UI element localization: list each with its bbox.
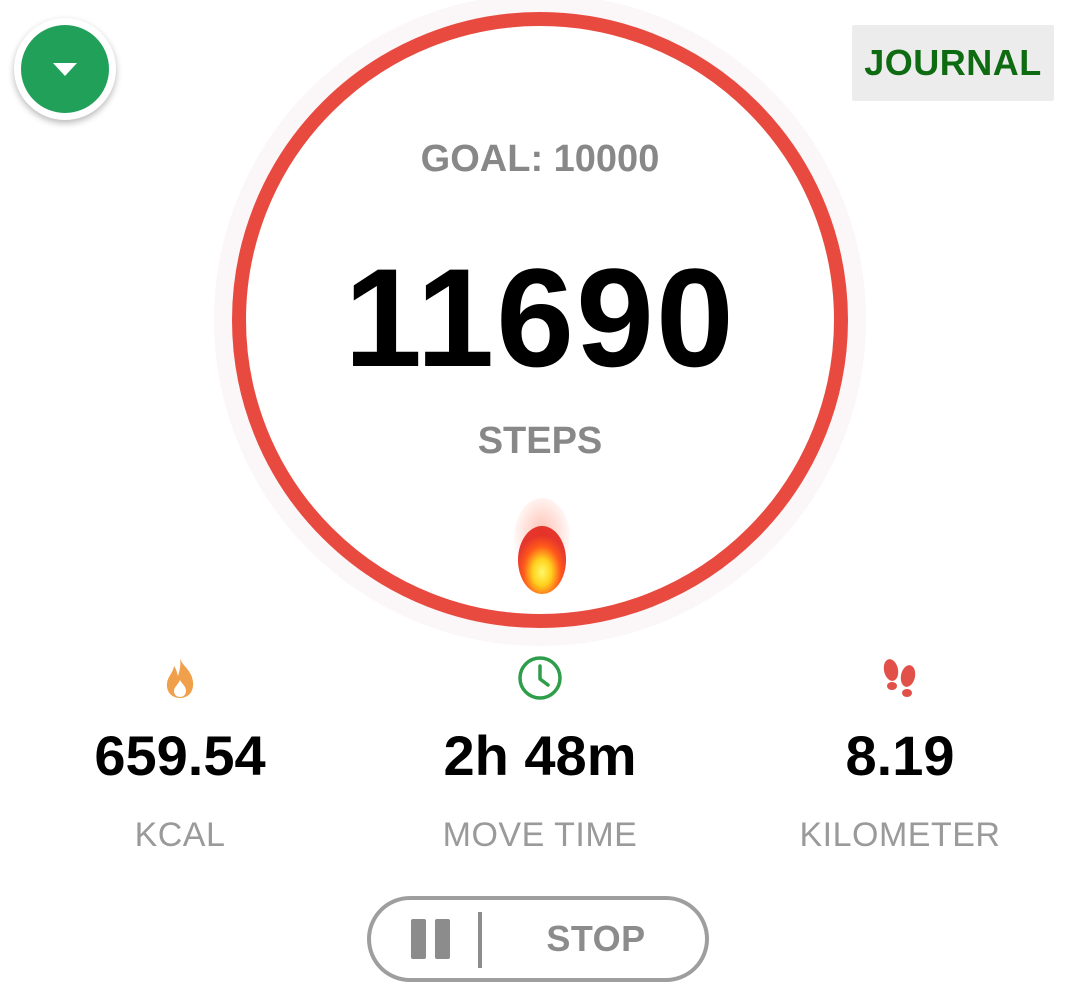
journal-button[interactable]: JOURNAL xyxy=(852,25,1054,101)
move-time-stat: 2h 48m MOVE TIME xyxy=(380,650,700,855)
distance-stat: 8.19 KILOMETER xyxy=(740,650,1060,855)
pause-button[interactable] xyxy=(401,900,461,978)
kcal-label: KCAL xyxy=(134,816,226,854)
stop-button[interactable]: STOP xyxy=(501,900,691,978)
kcal-stat: 659.54 KCAL xyxy=(20,650,340,855)
kcal-value: 659.54 xyxy=(94,724,266,787)
clock-icon xyxy=(518,656,562,700)
dropdown-button-circle xyxy=(21,25,109,113)
steps-count: 11690 xyxy=(344,239,736,396)
distance-value: 8.19 xyxy=(845,724,955,787)
steps-label: STEPS xyxy=(477,420,603,462)
fireball-icon xyxy=(514,498,570,594)
goal-label: GOAL: 10000 xyxy=(420,138,660,180)
distance-label: KILOMETER xyxy=(799,816,1001,854)
move-time-label: MOVE TIME xyxy=(442,816,638,854)
stats-row: 659.54 KCAL 2h 48m MOVE TIME 8.19 KILOME… xyxy=(0,650,1080,860)
pause-icon xyxy=(411,919,450,959)
dropdown-button[interactable] xyxy=(14,18,116,120)
control-divider xyxy=(478,912,482,968)
chevron-down-icon xyxy=(53,63,77,76)
pause-stop-control: STOP xyxy=(367,896,709,982)
step-counter-screen: JOURNAL GOAL: 10000 11690 STEPS 659.54 K… xyxy=(0,0,1080,1000)
move-time-value: 2h 48m xyxy=(443,724,637,787)
footprints-icon xyxy=(883,659,916,697)
flame-icon xyxy=(166,658,194,698)
